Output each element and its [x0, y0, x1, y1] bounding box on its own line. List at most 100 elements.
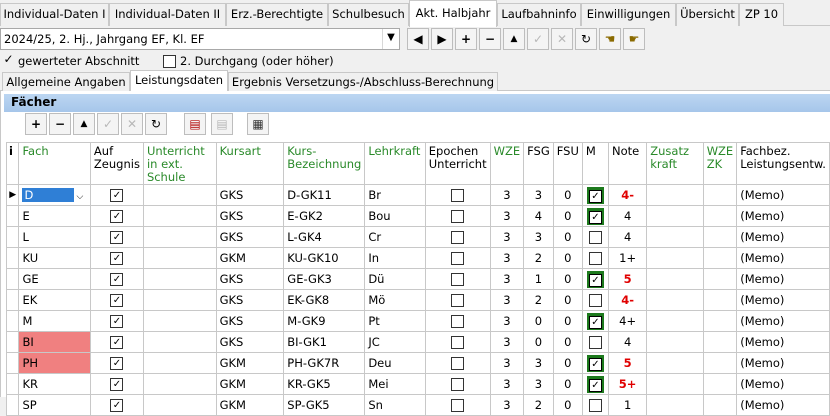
kursart-cell[interactable]: GKM	[215, 394, 285, 416]
note-cell[interactable]: 1+	[607, 247, 648, 269]
epochen-checkbox[interactable]	[451, 357, 465, 370]
fsu-cell[interactable]: 0	[552, 352, 583, 374]
fachbez-cell[interactable]: (Memo)	[736, 289, 830, 311]
confirm-icon[interactable]: ✓	[527, 28, 549, 50]
lehrkraft-cell[interactable]: Sn	[364, 394, 426, 416]
lehrkraft-cell[interactable]: Dü	[364, 268, 426, 290]
m-checkbox[interactable]	[588, 336, 602, 349]
auf-zeugnis-cell[interactable]: ✓	[89, 373, 144, 395]
kurs-bezeichnung-cell[interactable]: EK-GK8	[283, 289, 366, 311]
m-cell[interactable]	[581, 394, 609, 416]
lehrkraft-cell[interactable]: JC	[364, 331, 426, 353]
tab-individual-daten-1[interactable]: Individual-Daten I	[0, 3, 109, 26]
epochen-checkbox[interactable]	[451, 189, 465, 202]
fachbez-cell[interactable]: (Memo)	[736, 205, 830, 227]
tab-erz-berechtigte[interactable]: Erz.-Berechtigte	[226, 3, 328, 26]
fach-cell[interactable]: KR	[18, 373, 91, 395]
epochen-checkbox[interactable]	[451, 315, 465, 328]
auf-zeugnis-checkbox[interactable]: ✓	[110, 294, 124, 307]
fachbez-cell[interactable]: (Memo)	[736, 373, 830, 395]
unterricht-ext-cell[interactable]	[142, 289, 217, 311]
fsg-cell[interactable]: 1	[523, 268, 554, 290]
fach-cell[interactable]: M	[18, 310, 91, 332]
fach-cell[interactable]: EK	[18, 289, 91, 311]
fsu-cell[interactable]: 0	[552, 310, 583, 332]
table-row[interactable]: E ✓ GKS E-GK2 Bou 3 4 0 ✓ 4 (Memo)	[5, 205, 830, 227]
col-zusatzkraft[interactable]: Zusatz kraft	[646, 142, 704, 185]
copy-doc-disabled-icon[interactable]: ▤	[211, 113, 233, 135]
epochen-cell[interactable]	[424, 331, 491, 353]
row-indicator[interactable]	[5, 205, 20, 227]
table-row[interactable]: KR ✓ GKM KR-GK5 Mei 3 3 0 ✓ 5+ (Memo)	[5, 373, 830, 395]
col-unterricht-ext[interactable]: Unterricht in ext. Schule	[142, 142, 217, 185]
fach-cell[interactable]: SP	[18, 394, 91, 416]
row-indicator[interactable]	[5, 394, 20, 416]
fach-cell[interactable]: PH	[18, 352, 91, 374]
fach-cell[interactable]: BI	[18, 331, 91, 353]
epochen-checkbox[interactable]	[451, 399, 465, 412]
refresh-icon[interactable]: ↻	[575, 28, 597, 50]
note-cell[interactable]: 4	[607, 226, 648, 248]
table-row[interactable]: M ✓ GKS M-GK9 Pt 3 0 0 ✓ 4+ (Memo)	[5, 310, 830, 332]
grid-add-button[interactable]: +	[25, 113, 47, 135]
epochen-checkbox[interactable]	[451, 231, 465, 244]
unterricht-ext-cell[interactable]	[142, 226, 217, 248]
kursart-cell[interactable]: GKM	[215, 352, 285, 374]
m-cell[interactable]: ✓	[581, 352, 609, 374]
m-checkbox[interactable]	[588, 399, 602, 412]
fsu-cell[interactable]: 0	[552, 184, 583, 206]
kurs-bezeichnung-cell[interactable]: L-GK4	[283, 226, 366, 248]
fachbez-cell[interactable]: (Memo)	[736, 394, 830, 416]
col-wze-zk[interactable]: WZE ZK	[702, 142, 738, 185]
table-row[interactable]: KU ✓ GKM KU-GK10 In 3 2 0 1+ (Memo)	[5, 247, 830, 269]
kursart-cell[interactable]: GKS	[215, 289, 285, 311]
row-indicator[interactable]	[5, 352, 20, 374]
col-fach[interactable]: Fach	[18, 142, 91, 185]
zusatzkraft-cell[interactable]	[646, 268, 704, 290]
halbjahr-select[interactable]: 2024/25, 2. Hj., Jahrgang EF, Kl. EF ▼	[0, 28, 400, 50]
wze-cell[interactable]: 3	[489, 268, 525, 290]
fsg-cell[interactable]: 3	[523, 226, 554, 248]
auf-zeugnis-checkbox[interactable]: ✓	[110, 252, 124, 265]
zusatzkraft-cell[interactable]	[646, 394, 704, 416]
row-indicator[interactable]: ▶	[5, 184, 20, 206]
fsu-cell[interactable]: 0	[552, 247, 583, 269]
auf-zeugnis-checkbox[interactable]: ✓	[110, 189, 124, 202]
first-record-button[interactable]: ◀	[407, 28, 429, 50]
gewerteter-checkbox[interactable]: ✓	[2, 53, 15, 67]
m-cell[interactable]	[581, 226, 609, 248]
fsg-cell[interactable]: 3	[523, 352, 554, 374]
zusatzkraft-cell[interactable]	[646, 205, 704, 227]
table-edit-icon[interactable]: ▦	[247, 113, 269, 135]
m-cell[interactable]: ✓	[581, 310, 609, 332]
zusatzkraft-cell[interactable]	[646, 226, 704, 248]
wze-cell[interactable]: 3	[489, 352, 525, 374]
epochen-cell[interactable]	[424, 310, 491, 332]
fach-cell[interactable]: E	[18, 205, 91, 227]
lehrkraft-cell[interactable]: In	[364, 247, 426, 269]
m-checkbox[interactable]: ✓	[588, 210, 602, 224]
grid-remove-button[interactable]: −	[49, 113, 71, 135]
tab-einwilligungen[interactable]: Einwilligungen	[581, 3, 676, 26]
fsg-cell[interactable]: 2	[523, 247, 554, 269]
epochen-checkbox[interactable]	[451, 294, 465, 307]
row-indicator[interactable]	[5, 310, 20, 332]
fsg-cell[interactable]: 3	[523, 184, 554, 206]
grid-up-icon[interactable]: ▲	[73, 113, 95, 135]
fsg-cell[interactable]: 3	[523, 373, 554, 395]
m-checkbox[interactable]: ✓	[588, 357, 602, 371]
tab-zp10[interactable]: ZP 10	[739, 3, 784, 26]
fsu-cell[interactable]: 0	[552, 226, 583, 248]
kurs-bezeichnung-cell[interactable]: SP-GK5	[283, 394, 366, 416]
auf-zeugnis-cell[interactable]: ✓	[89, 184, 144, 206]
kurs-bezeichnung-cell[interactable]: GE-GK3	[283, 268, 366, 290]
kurs-bezeichnung-cell[interactable]: PH-GK7R	[283, 352, 366, 374]
note-cell[interactable]: 4-	[607, 289, 648, 311]
col-lehrkraft[interactable]: Lehrkraft	[364, 142, 426, 185]
zusatzkraft-cell[interactable]	[646, 289, 704, 311]
note-cell[interactable]: 5+	[607, 373, 648, 395]
unterricht-ext-cell[interactable]	[142, 205, 217, 227]
epochen-cell[interactable]	[424, 247, 491, 269]
fsg-cell[interactable]: 4	[523, 205, 554, 227]
add-button[interactable]: +	[455, 28, 477, 50]
